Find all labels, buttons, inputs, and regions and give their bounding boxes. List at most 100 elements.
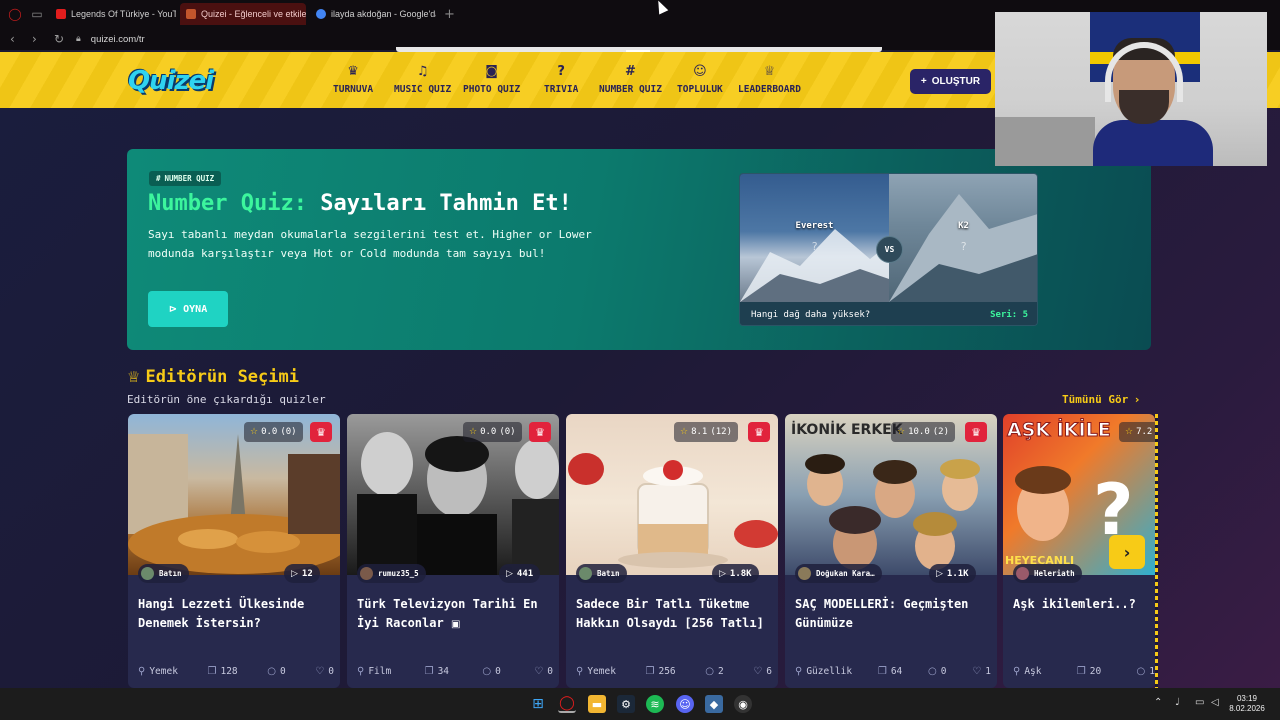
network-icon[interactable]: ▭ xyxy=(1195,697,1204,708)
question-count: ❐ 256 xyxy=(646,666,676,677)
see-all-link[interactable]: Tümünü Gör › xyxy=(1062,393,1139,406)
quiz-card[interactable]: ☆ 0.0 (0) ♛ Batın ▷ 12 Hangi Lezzeti Ülk… xyxy=(128,414,340,688)
forward-icon[interactable]: › xyxy=(32,32,44,46)
layers-icon: ❐ xyxy=(424,666,434,677)
author-name: Heleriath xyxy=(1034,569,1075,578)
star-icon: ☆ xyxy=(469,427,478,437)
rating-value: 10.0 xyxy=(908,427,930,437)
nav-label: TRIVIA xyxy=(544,84,579,95)
author-name: Doğukan Kara… xyxy=(816,569,875,578)
spotify-icon[interactable]: ≋ xyxy=(646,695,664,713)
avatar xyxy=(1016,567,1029,580)
quiz-card[interactable]: İKONİK ERKEK ☆ 10.0 (2) ♛ Doğukan Kara… … xyxy=(785,414,997,688)
nav-number-quiz[interactable]: # NUMBER QUIZ xyxy=(599,65,662,96)
url-text[interactable]: quizei.com/tr xyxy=(91,34,145,45)
k2-image: K2 ? xyxy=(889,174,1037,302)
card-footer: ⚲ Aşk ❐ 20 ○ 1 xyxy=(1013,666,1155,677)
compare-preview[interactable]: Everest ? K2 ? VS Hangi dağ daha yüksek?… xyxy=(739,173,1038,326)
like-count-value: 6 xyxy=(766,666,772,677)
nav-topluluk[interactable]: ☺ TOPLULUK xyxy=(677,65,723,96)
new-tab-button[interactable]: + xyxy=(444,7,455,22)
tab-quizei[interactable]: Quizei - Eğlenceli ve etkileşimli xyxy=(180,3,306,25)
nav-music-quiz[interactable]: ♫ MUSIC QUIZ xyxy=(394,65,452,96)
nav-photo-quiz[interactable]: ◙ PHOTO QUIZ xyxy=(463,65,520,96)
card-title[interactable]: SAÇ MODELLERİ: Geçmişten Günümüze xyxy=(795,595,991,633)
quiz-card[interactable]: ☆ 8.1 (12) ♛ Batın ▷ 1.8K Sadece Bir Tat… xyxy=(566,414,778,688)
play-count-value: 12 xyxy=(301,568,313,579)
quiz-card[interactable]: ☆ 0.0 (0) ♛ rumuz35_5 ▷ 441 Türk Televiz… xyxy=(347,414,559,688)
card-title[interactable]: Aşk ikilemleri..? xyxy=(1013,595,1155,614)
question-count: ❐ 34 xyxy=(425,666,449,677)
opera-browser-icon[interactable]: ◯ xyxy=(558,695,576,713)
card-title[interactable]: Sadece Bir Tatlı Tüketme Hakkın Olsaydı … xyxy=(576,595,772,633)
comment-icon: ○ xyxy=(482,666,492,677)
nav-trivia[interactable]: ? TRIVIA xyxy=(544,65,579,96)
editor-crown-icon: ♛ xyxy=(529,422,551,442)
author-chip[interactable]: rumuz35_5 xyxy=(357,564,426,583)
section-title: ♕ Editörün Seçimi xyxy=(127,367,299,387)
streak-counter: Seri: 5 xyxy=(990,309,1028,320)
vs-badge: VS xyxy=(876,236,903,263)
nav-label: LEADERBOARD xyxy=(738,84,801,95)
play-button[interactable]: ⊳ OYNA xyxy=(148,291,228,327)
category-label: Aşk xyxy=(1024,666,1042,677)
right-label: K2 xyxy=(958,221,969,231)
author-name: rumuz35_5 xyxy=(378,569,419,578)
nav-turnuva[interactable]: ♛ TURNUVA xyxy=(333,65,374,96)
background-bed xyxy=(995,117,1095,166)
play-count-value: 441 xyxy=(516,568,534,579)
layers-icon: ❐ xyxy=(877,666,887,677)
tab-youtube[interactable]: Legends Of Türkiye - YouTube xyxy=(50,3,176,25)
category-label: Film xyxy=(368,666,392,677)
author-chip[interactable]: Batın xyxy=(576,564,627,583)
clock-time: 03:19 xyxy=(1236,694,1258,703)
question-count-value: 34 xyxy=(437,666,450,677)
comment-count: ○ 1 xyxy=(1137,666,1155,677)
author-chip[interactable]: Doğukan Kara… xyxy=(795,564,882,583)
site-logo[interactable]: Quizei xyxy=(128,66,214,96)
tab-overview-icon[interactable]: ▭ xyxy=(28,5,46,23)
comment-count: ○ 0 xyxy=(482,666,500,677)
category-icon: ⚲ xyxy=(357,666,365,677)
play-icon: ▷ xyxy=(506,568,513,579)
discord-icon[interactable]: ☺ xyxy=(676,695,694,713)
microphone-icon[interactable]: ♩ xyxy=(1175,697,1180,708)
author-chip[interactable]: Batın xyxy=(138,564,189,583)
nav-label: MUSIC QUIZ xyxy=(394,84,452,95)
tray-chevron-up-icon[interactable]: ⌃ xyxy=(1154,697,1162,708)
avatar xyxy=(360,567,373,580)
reload-icon[interactable]: ↻ xyxy=(54,32,66,46)
opera-menu-icon[interactable]: ◯ xyxy=(6,5,24,23)
system-clock[interactable]: 03:19 8.02.2026 xyxy=(1222,694,1272,714)
tab-title: ilayda akdoğan - Google'da Ara xyxy=(331,9,436,19)
author-chip[interactable]: Heleriath xyxy=(1013,564,1082,583)
comment-icon: ○ xyxy=(267,666,276,677)
nav-leaderboard[interactable]: ♕ LEADERBOARD xyxy=(738,65,801,96)
file-explorer-icon[interactable]: ▬ xyxy=(588,695,606,713)
nav-label: TURNUVA xyxy=(333,84,374,95)
person-body xyxy=(1093,120,1213,166)
card-title[interactable]: Türk Televizyon Tarihi En İyi Raconlar ▣ xyxy=(357,595,553,634)
play-icon: ▷ xyxy=(936,568,943,579)
steam-icon[interactable]: ⚙ xyxy=(617,695,635,713)
windows-start-icon[interactable]: ⊞ xyxy=(529,695,547,713)
star-icon: ☆ xyxy=(250,427,259,437)
tab-google[interactable]: ilayda akdoğan - Google'da Ara xyxy=(310,3,436,25)
comment-icon: ○ xyxy=(1136,666,1146,677)
obs-icon[interactable]: ◉ xyxy=(734,695,752,713)
category: ⚲ Aşk xyxy=(1013,666,1042,677)
card-image xyxy=(566,414,778,575)
card-footer: ⚲ Güzellik ❐ 64 ○ 0 ♡ 1 xyxy=(795,666,991,677)
video-icon: ▣ xyxy=(450,619,461,630)
rating-votes: (0) xyxy=(499,427,516,437)
category: ⚲ Film xyxy=(357,666,391,677)
create-button[interactable]: + OLUŞTUR xyxy=(910,69,991,94)
layers-icon: ❐ xyxy=(207,666,217,677)
card-title[interactable]: Hangi Lezzeti Ülkesinde Denemek İstersin… xyxy=(138,595,334,633)
app-icon[interactable]: ◆ xyxy=(705,695,723,713)
editor-crown-icon: ♛ xyxy=(965,422,987,442)
volume-icon[interactable]: ◁ xyxy=(1211,697,1219,708)
back-icon[interactable]: ‹ xyxy=(10,32,22,46)
youtube-favicon-icon xyxy=(56,9,66,19)
carousel-next-button[interactable]: › xyxy=(1109,535,1145,569)
